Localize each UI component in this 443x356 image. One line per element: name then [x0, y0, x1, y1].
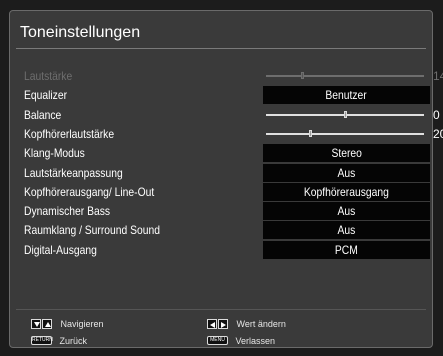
arrow-up-icon: [42, 319, 52, 330]
menu-item-8[interactable]: Raumklang / Surround Sound Aus: [24, 221, 432, 240]
arrow-down-icon: [31, 319, 41, 330]
slider-knob: [300, 72, 304, 79]
menu-item-label: Kopfhörerlautstärke: [24, 126, 115, 141]
value-slider: [266, 72, 424, 79]
option-value: Benutzer: [325, 88, 368, 103]
hint-back-text: Zurück: [59, 335, 88, 346]
hint-exit: MENU Verlassen: [207, 334, 275, 346]
option-value: Aus: [337, 223, 356, 238]
menu-item-label: Equalizer: [24, 88, 68, 103]
slider-value: 14: [433, 69, 443, 83]
value-slider[interactable]: [266, 110, 424, 118]
option-value-box[interactable]: Stereo: [263, 144, 430, 163]
option-value: Aus: [337, 165, 356, 180]
option-value: Kopfhörerausgang: [304, 184, 389, 199]
option-value-box[interactable]: Kopfhörerausgang: [263, 182, 430, 201]
menu-item-label: Dynamischer Bass: [24, 204, 111, 219]
arrow-right-icon: [218, 319, 228, 330]
menu-item-label: Balance: [24, 107, 62, 122]
option-value-box[interactable]: Aus: [263, 202, 430, 221]
option-value: PCM: [335, 242, 358, 257]
menu-title: Toneinstellungen: [20, 24, 141, 41]
return-key-icon: RETURN: [31, 336, 53, 346]
sound-settings-menu: Toneinstellungen Lautstärke 14 Equalizer Be…: [9, 10, 443, 348]
title-divider: [16, 48, 426, 49]
menu-item-7[interactable]: Dynamischer Bass Aus: [24, 202, 432, 221]
menu-key-icon: MENU: [207, 336, 228, 346]
slider-knob[interactable]: [308, 129, 312, 137]
option-value-box[interactable]: Benutzer: [263, 86, 430, 105]
hint-change-text: Wert ändern: [236, 318, 286, 329]
menu-item-label: Raumklang / Surround Sound: [24, 223, 160, 238]
slider-value: 20: [433, 126, 443, 141]
menu-item-2[interactable]: Balance 0: [24, 106, 440, 124]
slider-knob[interactable]: [343, 110, 347, 118]
hint-exit-text: Verlassen: [235, 335, 276, 346]
menu-item-label: Lautstärke: [24, 69, 73, 83]
menu-item-4[interactable]: Klang-Modus Stereo: [24, 144, 432, 163]
footer-divider: [16, 309, 426, 310]
option-value-box[interactable]: Aus: [263, 163, 430, 182]
menu-item-label: Kopfhörerausgang/ Line-Out: [24, 184, 155, 199]
menu-item-0: Lautstärke 14: [24, 67, 443, 85]
menu-item-1[interactable]: Equalizer Benutzer: [24, 86, 432, 105]
option-value-box[interactable]: PCM: [263, 240, 430, 259]
option-value: Stereo: [331, 146, 362, 161]
menu-item-label: Klang-Modus: [24, 146, 85, 161]
menu-item-label: Lautstärkeanpassung: [24, 165, 123, 180]
value-slider[interactable]: [266, 129, 424, 137]
menu-item-9[interactable]: Digital-Ausgang PCM: [24, 240, 432, 259]
menu-item-6[interactable]: Kopfhörerausgang/ Line-Out Kopfhörerausga…: [24, 182, 432, 201]
menu-item-3[interactable]: Kopfhörerlautstärke 20: [24, 125, 443, 143]
slider-value: 0: [433, 107, 440, 122]
menu-item-5[interactable]: Lautstärkeanpassung Aus: [24, 163, 432, 182]
hint-navigate-text: Navigieren: [60, 318, 104, 329]
hint-change-value: Wert ändern: [207, 317, 286, 330]
menu-item-label: Digital-Ausgang: [24, 242, 97, 257]
arrow-left-icon: [207, 319, 217, 330]
option-value-box[interactable]: Aus: [263, 221, 430, 240]
option-value: Aus: [337, 204, 356, 219]
hint-navigate: Navigieren: [31, 317, 104, 330]
hint-back: RETURN Zurück: [31, 334, 87, 346]
